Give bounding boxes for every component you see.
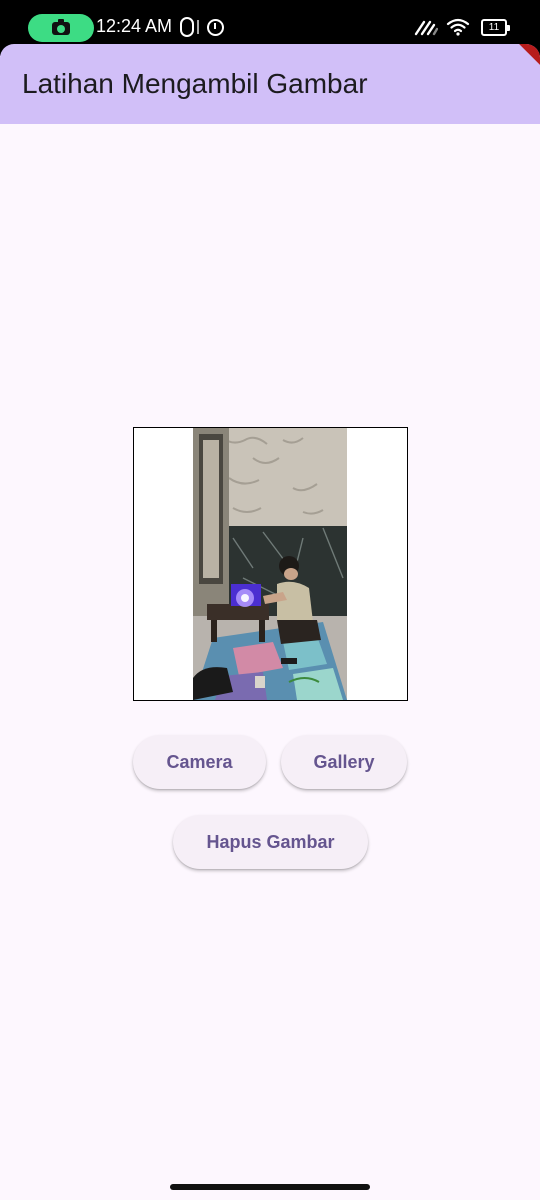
clock-icon bbox=[207, 19, 224, 36]
signal-icon bbox=[414, 20, 438, 36]
debug-banner bbox=[507, 44, 540, 76]
camera-indicator[interactable] bbox=[28, 14, 94, 42]
app-bar: Latihan Mengambil Gambar bbox=[0, 44, 540, 124]
image-preview-frame bbox=[133, 427, 408, 701]
app-screen: 12:24 AM 11 Latihan Mengambil Gambar Cam… bbox=[0, 0, 540, 1200]
home-indicator[interactable] bbox=[170, 1184, 370, 1190]
wifi-icon bbox=[446, 18, 470, 36]
battery-icon: 11 bbox=[481, 19, 510, 36]
delete-image-button[interactable]: Hapus Gambar bbox=[173, 815, 368, 869]
photo-preview bbox=[193, 428, 347, 700]
notification-o-icon bbox=[180, 17, 194, 37]
gallery-button[interactable]: Gallery bbox=[281, 735, 407, 789]
notification-divider-icon bbox=[197, 20, 199, 34]
status-time: 12:24 AM bbox=[96, 16, 173, 36]
page-title: Latihan Mengambil Gambar bbox=[22, 68, 368, 99]
camera-button[interactable]: Camera bbox=[133, 735, 266, 789]
camera-icon bbox=[52, 18, 70, 35]
battery-level: 11 bbox=[488, 22, 500, 33]
